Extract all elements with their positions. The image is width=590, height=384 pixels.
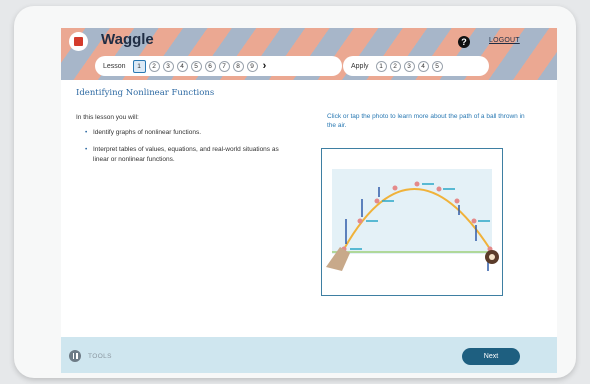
ball-path-photo[interactable] [321, 148, 503, 296]
apply-step-1[interactable]: 1 [375, 60, 387, 72]
lesson-title: Identifying Nonlinear Functions [76, 88, 215, 98]
lesson-step-6[interactable]: 6 [204, 60, 216, 72]
objective-item: Identify graphs of nonlinear functions. [85, 128, 295, 138]
tools-label[interactable]: TOOLS [88, 353, 112, 360]
header-bar: Waggle ? LOGOUT Lesson 1 2 3 4 5 6 7 8 9… [61, 28, 557, 80]
app-screen: Waggle ? LOGOUT Lesson 1 2 3 4 5 6 7 8 9… [61, 28, 557, 373]
footer-bar: TOOLS Next [61, 337, 557, 373]
tablet-frame: Waggle ? LOGOUT Lesson 1 2 3 4 5 6 7 8 9… [14, 6, 576, 378]
lesson-nav: Lesson 1 2 3 4 5 6 7 8 9 › [95, 56, 342, 76]
lesson-step-1[interactable]: 1 [132, 59, 146, 73]
lesson-step-4[interactable]: 4 [176, 60, 188, 72]
lesson-intro: In this lesson you will: [76, 114, 139, 121]
apply-nav: Apply 1 2 3 4 5 [343, 56, 489, 76]
ball-path-illustration [326, 169, 499, 271]
lesson-step-5[interactable]: 5 [190, 60, 202, 72]
apply-step-4[interactable]: 4 [417, 60, 429, 72]
logout-link[interactable]: LOGOUT [489, 37, 520, 44]
lesson-step-9[interactable]: 9 [246, 60, 258, 72]
app-title: Waggle [101, 31, 154, 48]
objectives-list: Identify graphs of nonlinear functions. … [85, 128, 295, 172]
logo-icon [69, 32, 88, 51]
apply-label: Apply [351, 62, 369, 70]
photo-prompt: Click or tap the photo to learn more abo… [327, 113, 525, 129]
lesson-step-3[interactable]: 3 [162, 60, 174, 72]
help-icon[interactable]: ? [458, 36, 470, 48]
next-button[interactable]: Next [462, 348, 520, 365]
apply-step-5[interactable]: 5 [431, 60, 443, 72]
lesson-step-8[interactable]: 8 [232, 60, 244, 72]
apply-step-3[interactable]: 3 [403, 60, 415, 72]
lesson-step-7[interactable]: 7 [218, 60, 230, 72]
objective-item: Interpret tables of values, equations, a… [85, 145, 295, 165]
lesson-step-2[interactable]: 2 [148, 60, 160, 72]
chevron-right-icon[interactable]: › [263, 60, 267, 72]
sky-panel [332, 169, 492, 254]
tools-pause-icon[interactable] [69, 350, 81, 362]
apply-step-2[interactable]: 2 [389, 60, 401, 72]
lesson-label: Lesson [103, 62, 126, 70]
